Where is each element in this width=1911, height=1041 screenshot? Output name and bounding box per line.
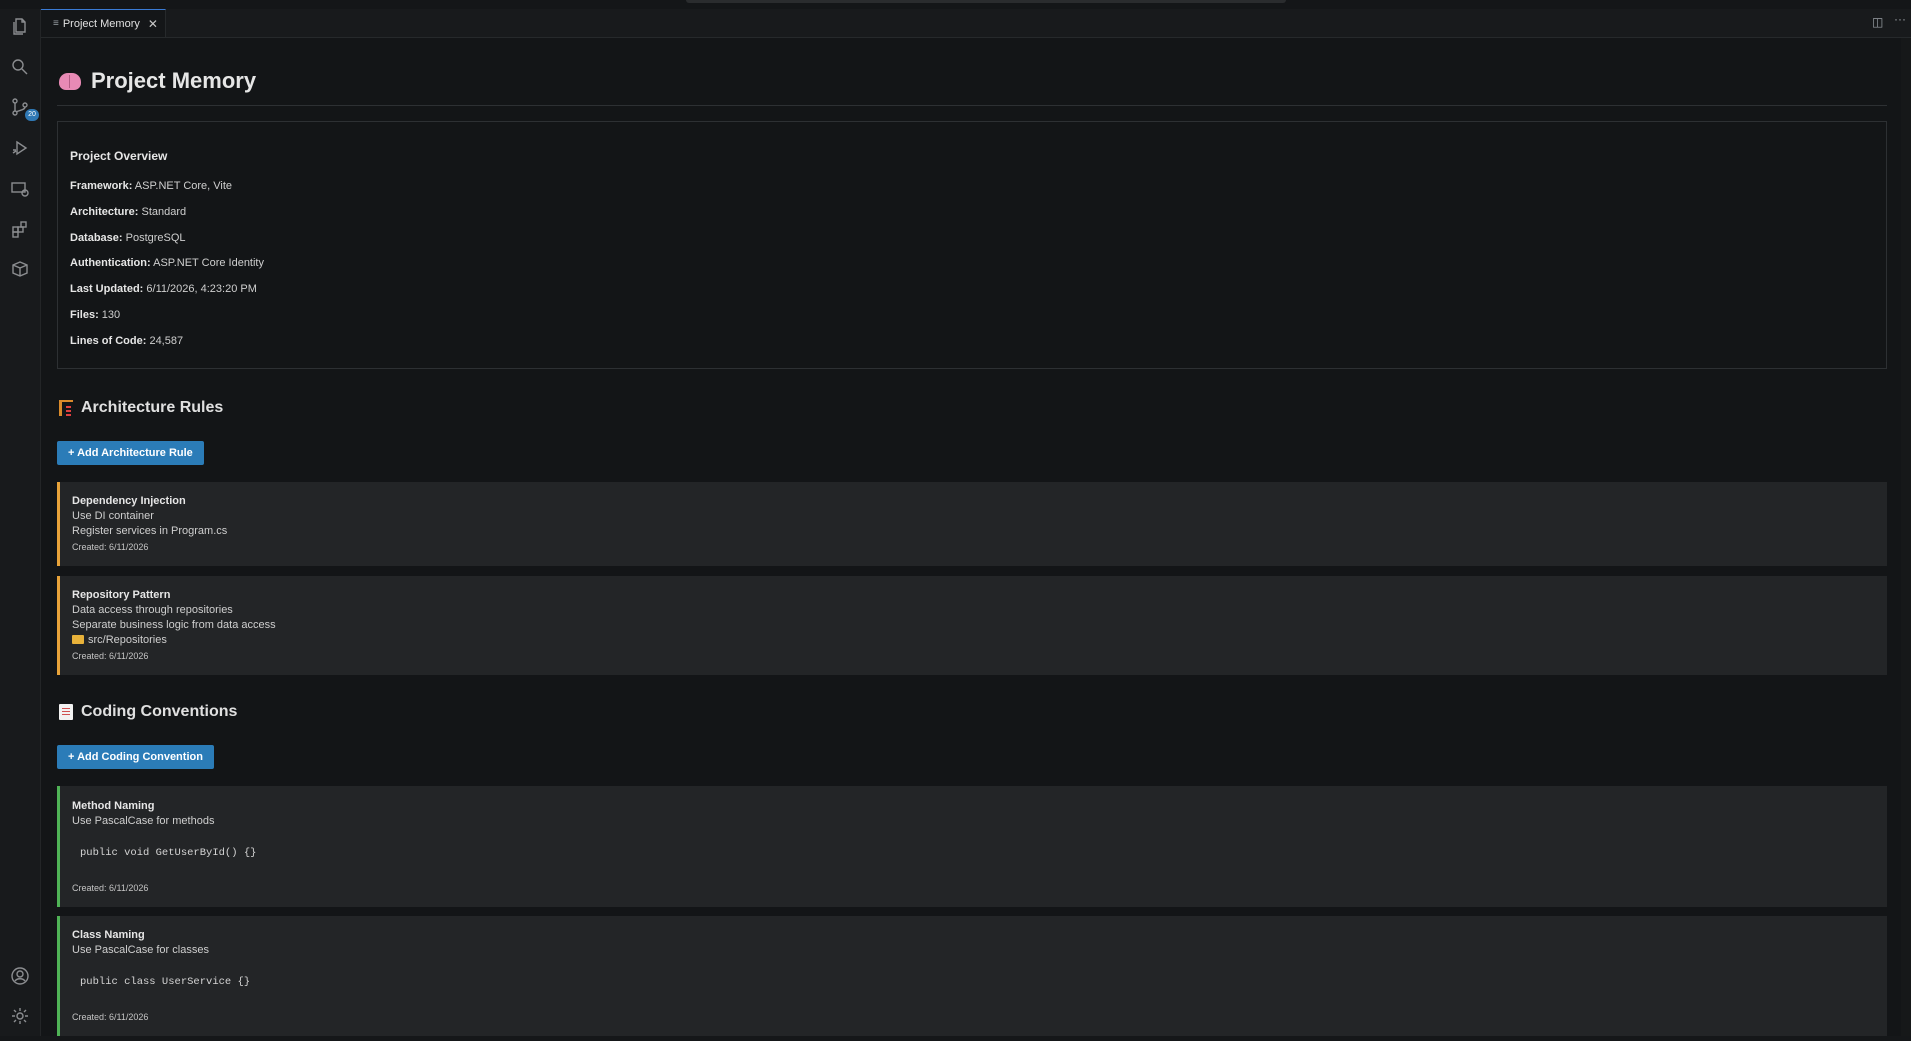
add-coding-convention-button[interactable]: + Add Coding Convention [57, 745, 214, 769]
split-editor-icon[interactable]: ◫ [1872, 15, 1883, 29]
rule-description: Use DI container [72, 510, 154, 522]
page-header: Project Memory [59, 68, 256, 94]
rule-path: src/Repositories [72, 634, 167, 646]
more-actions-icon[interactable]: ··· [1894, 12, 1906, 26]
rule-detail: Register services in Program.cs [72, 525, 228, 537]
architecture-section-header: Architecture Rules [59, 399, 223, 417]
extensions-icon[interactable] [8, 217, 32, 241]
rule-created-date: Created: 6/11/2026 [72, 542, 149, 552]
tab-close-icon[interactable]: ✕ [148, 17, 158, 31]
add-architecture-rule-button[interactable]: + Add Architecture Rule [57, 441, 204, 465]
remote-explorer-icon[interactable] [8, 177, 32, 201]
architecture-heading: Architecture Rules [81, 399, 224, 416]
convention-title: Class Naming [72, 929, 145, 941]
overview-field: Files: 130 [70, 309, 121, 321]
source-control-icon[interactable]: 20 [8, 95, 39, 121]
construction-icon [59, 400, 73, 416]
explorer-icon[interactable] [8, 14, 32, 38]
convention-code-example: public void GetUserById() {} [80, 847, 257, 859]
convention-created-date: Created: 6/11/2026 [72, 1012, 149, 1022]
convention-title: Method Naming [72, 800, 155, 812]
convention-card: Method Naming Use PascalCase for methods… [57, 786, 1887, 907]
run-debug-icon[interactable] [8, 136, 32, 160]
overview-field: Framework: ASP.NET Core, Vite [70, 180, 233, 192]
overview-field: Authentication: ASP.NET Core Identity [70, 257, 264, 269]
package-icon[interactable] [8, 257, 32, 281]
search-icon[interactable] [8, 55, 32, 79]
overview-field: Last Updated: 6/11/2026, 4:23:20 PM [70, 283, 257, 295]
folder-icon [72, 635, 84, 644]
overview-field: Architecture: Standard [70, 206, 187, 218]
convention-description: Use PascalCase for methods [72, 815, 215, 827]
tab-project-memory[interactable]: ≡ Project Memory ✕ [41, 9, 166, 37]
rule-description: Data access through repositories [72, 604, 233, 616]
architecture-rule-card: Dependency Injection Use DI container Re… [57, 482, 1887, 566]
overview-field: Lines of Code: 24,587 [70, 335, 184, 347]
title-divider [57, 105, 1887, 106]
command-center[interactable] [686, 0, 1286, 3]
tab-label: Project Memory [62, 17, 140, 30]
overview-heading: Project Overview [70, 149, 168, 163]
convention-description: Use PascalCase for classes [72, 944, 209, 956]
source-control-badge: 20 [25, 109, 39, 121]
activity-bar: 20 [0, 9, 41, 1041]
page-title: Project Memory [91, 68, 257, 93]
brain-icon [59, 72, 81, 90]
editor-tab-bar: ≡ Project Memory ✕ ◫ ··· [41, 9, 1911, 38]
convention-created-date: Created: 6/11/2026 [72, 883, 149, 893]
rule-title: Dependency Injection [72, 495, 186, 507]
account-icon[interactable] [8, 964, 32, 988]
webview-content: Project Memory Project Overview Framewor… [41, 38, 1911, 1036]
memo-icon [59, 704, 73, 720]
settings-gear-icon[interactable] [8, 1004, 32, 1028]
convention-card: Class Naming Use PascalCase for classes … [57, 916, 1887, 1036]
conventions-heading: Coding Conventions [81, 703, 238, 720]
vertical-scrollbar[interactable] [1901, 38, 1911, 1036]
project-overview-panel: Project Overview Framework: ASP.NET Core… [57, 121, 1887, 369]
status-bar [0, 1036, 1911, 1041]
preview-icon: ≡ [53, 18, 59, 29]
rule-detail: Separate business logic from data access [72, 619, 276, 631]
rule-title: Repository Pattern [72, 589, 171, 601]
rule-created-date: Created: 6/11/2026 [72, 651, 149, 661]
conventions-section-header: Coding Conventions [59, 703, 237, 721]
architecture-rule-card: Repository Pattern Data access through r… [57, 576, 1887, 675]
convention-code-example: public class UserService {} [80, 976, 251, 988]
overview-field: Database: PostgreSQL [70, 232, 186, 244]
